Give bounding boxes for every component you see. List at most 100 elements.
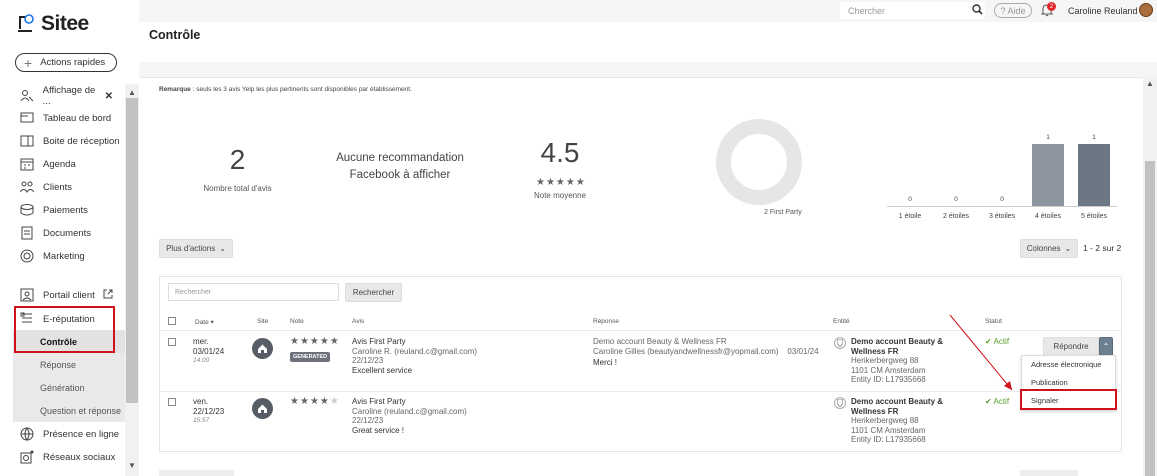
star-icon: ★ <box>329 396 340 407</box>
remark-text: : seuls les 3 avis Yelp les plus pertine… <box>190 86 412 93</box>
reply-account: Demo account Beauty & Wellness FR <box>593 337 727 346</box>
col-date-label: Date <box>195 319 209 326</box>
menu-item-email[interactable]: Adresse électronique <box>1031 360 1101 369</box>
document-icon <box>19 225 35 241</box>
sidebar-sub-qa[interactable]: Question et réponse <box>13 399 125 422</box>
people-icon <box>19 88 35 104</box>
sidebar-scroll-thumb[interactable] <box>126 98 138 403</box>
col-date[interactable]: Date ▾ <box>195 318 214 326</box>
review-date: 22/12/23 <box>352 416 384 425</box>
reply-dropdown-toggle[interactable]: ⌃ <box>1099 337 1113 356</box>
rating-bar-chart: 0 1 étoile 0 2 étoiles 0 3 étoiles 1 4 étoiles 1… <box>887 134 1117 220</box>
bar-value-label: 1 <box>1092 134 1096 141</box>
scroll-up-icon[interactable]: ▲ <box>1146 79 1154 88</box>
external-link-icon[interactable] <box>103 289 113 302</box>
star-icon: ★ <box>319 396 330 407</box>
bar-value-label: 0 <box>1000 196 1004 203</box>
sidebar-sub-generation[interactable]: Génération <box>13 376 125 399</box>
payments-icon <box>19 202 35 218</box>
sidebar-item-payments[interactable]: Paiements <box>0 199 125 221</box>
avatar[interactable] <box>1139 3 1153 17</box>
scroll-up-icon[interactable]: ▲ <box>128 88 136 97</box>
bar-value-label: 0 <box>908 196 912 203</box>
remark-label: Remarque <box>159 86 191 93</box>
main-scrollbar[interactable]: ▲ <box>1143 77 1157 476</box>
sidebar-scrollbar[interactable]: ▲ ▼ <box>125 84 139 476</box>
star-icon: ★ <box>299 396 310 407</box>
highlight-ereputation <box>14 306 115 353</box>
row-reply: Demo account Beauty & Wellness FR Caroli… <box>593 337 819 368</box>
app-root: Sitee + Actions rapides Affichage de ...… <box>0 0 1157 476</box>
select-all-checkbox[interactable] <box>168 317 176 325</box>
page-title: Contrôle <box>149 28 201 42</box>
entity-street: Herikerbergweg 88 <box>851 416 919 425</box>
portal-icon <box>19 287 35 303</box>
entity-city: 1101 CM Amsterdam <box>851 425 926 435</box>
source-donut-chart <box>716 119 802 205</box>
reply-button[interactable]: Répondre <box>1043 337 1099 356</box>
average-rating-label: Note moyenne <box>533 191 587 200</box>
sidebar-item-marketing[interactable]: Marketing <box>0 245 125 267</box>
search-icon[interactable] <box>972 4 983 18</box>
social-icon <box>19 449 35 465</box>
more-actions-button[interactable]: Plus d'actions ⌄ <box>159 239 233 258</box>
sidebar-item-clients[interactable]: Clients <box>0 176 125 198</box>
sidebar-sub-reponse[interactable]: Réponse <box>13 353 125 376</box>
sidebar-item-documents[interactable]: Documents <box>0 222 125 244</box>
sidebar-item-label: Boite de réception <box>43 135 120 147</box>
help-button[interactable]: ? Aide <box>994 3 1032 18</box>
review-text: Great service ! <box>352 425 405 435</box>
facebook-empty-message: Aucune recommandation Facebook à affiche… <box>330 150 470 184</box>
plus-icon: + <box>24 54 33 71</box>
row-time: 14:00 <box>193 357 210 364</box>
row-checkbox[interactable] <box>168 338 176 346</box>
logo-icon <box>18 14 34 32</box>
sidebar-item-inbox[interactable]: Boite de réception <box>0 130 125 152</box>
table-search-input[interactable]: Rechercher <box>168 283 339 301</box>
sidebar-item-online-presence[interactable]: Présence en ligne <box>0 423 125 445</box>
menu-item-publication[interactable]: Publication <box>1031 378 1068 387</box>
main-scroll-thumb[interactable] <box>1145 161 1155 476</box>
sidebar-item-label: Marketing <box>43 250 85 262</box>
user-name[interactable]: Caroline Reuland <box>1068 6 1138 16</box>
sidebar-item-label: Portail client <box>43 289 95 301</box>
global-search-input[interactable]: Chercher <box>840 2 985 19</box>
bottom-more-actions-button[interactable] <box>159 470 234 476</box>
sidebar-item-label: Réseaux sociaux <box>43 451 116 463</box>
sitee-logo[interactable]: Sitee <box>17 12 89 36</box>
row-date-value: 22/12/23 <box>193 406 225 416</box>
sidebar-item-social[interactable]: Réseaux sociaux <box>0 446 125 468</box>
row-checkbox[interactable] <box>168 398 176 406</box>
annotation-arrow <box>949 314 1013 391</box>
generated-badge: GENERATED <box>290 352 331 362</box>
sidebar-item-label: Affichage de ... <box>42 85 96 107</box>
location-pin-icon <box>834 337 846 349</box>
columns-button[interactable]: Colonnes ⌄ <box>1020 239 1078 258</box>
bottom-columns-button[interactable] <box>1020 470 1078 476</box>
sidebar-item-dashboard[interactable]: Tableau de bord <box>0 107 125 129</box>
close-icon[interactable]: ✕ <box>105 91 113 102</box>
review-text: Excellent service <box>352 365 413 375</box>
row-date: mer. 03/01/24 14:00 <box>193 337 224 366</box>
sidebar-item-agenda[interactable]: Agenda <box>0 153 125 175</box>
row-entity: Demo account Beauty & Wellness FR Herike… <box>851 397 973 445</box>
location-pin-icon <box>834 397 846 409</box>
row-review: Avis First Party Caroline R. (reuland.c@… <box>352 337 477 375</box>
notification-badge: 2 <box>1047 2 1056 11</box>
sidebar-item-client-portal[interactable]: Portail client <box>0 284 125 306</box>
row-stars: ★★★★★ <box>290 336 340 347</box>
review-date: 22/12/23 <box>352 356 384 365</box>
reply-author-text: Caroline Gilles (beautyandwellnessfr@yop… <box>593 346 779 356</box>
table-search-button[interactable]: Rechercher <box>345 283 402 302</box>
columns-label: Colonnes <box>1026 244 1061 253</box>
average-stars: ★★★★★ <box>536 177 586 188</box>
row-stars: ★★★★★ <box>290 396 340 407</box>
donut-legend: 2 First Party <box>764 209 802 216</box>
scroll-down-icon[interactable]: ▼ <box>128 461 136 470</box>
sidebar-item-label: Tableau de bord <box>43 112 112 124</box>
sidebar-item-display[interactable]: Affichage de ... ✕ <box>0 85 125 107</box>
clients-icon <box>19 179 35 195</box>
quick-actions-button[interactable]: + Actions rapides <box>15 53 117 72</box>
reply-author: Caroline Gilles (beautyandwellnessfr@yop… <box>593 347 819 357</box>
bar-category-label: 3 étoiles <box>989 213 1016 220</box>
